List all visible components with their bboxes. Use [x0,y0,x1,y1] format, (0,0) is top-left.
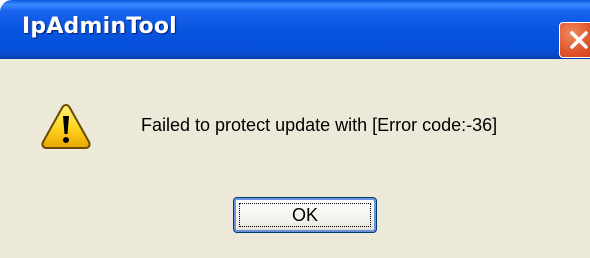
message-dialog: IpAdminTool Failed to protect update wit… [0,0,590,258]
ok-button-label: OK [291,205,318,225]
warning-icon [41,103,91,149]
error-message: Failed to protect update with [Error cod… [141,115,498,135]
window-title: IpAdminTool [22,14,177,39]
ok-button[interactable]: OK [233,197,377,233]
close-button[interactable] [559,22,590,58]
close-icon [570,31,588,49]
title-bar[interactable]: IpAdminTool [0,0,590,59]
